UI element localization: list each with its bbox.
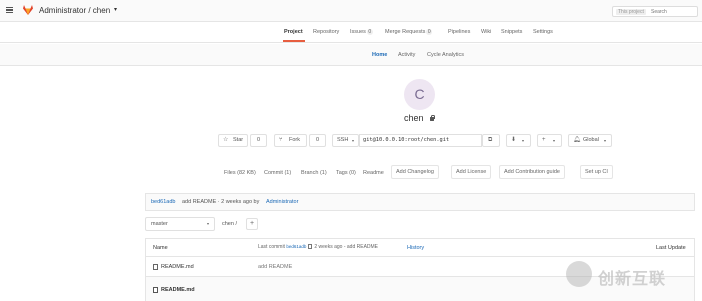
project-avatar: C	[404, 79, 435, 110]
star-count-value: 0	[257, 137, 261, 143]
watermark: 创新互联	[566, 259, 696, 291]
search-scope-badge: This project	[616, 8, 646, 15]
star-label: Star	[233, 137, 244, 143]
fork-button[interactable]: ⑂ Fork	[274, 134, 307, 147]
star-button[interactable]: ☆ Star	[218, 134, 248, 147]
watermark-text: 创新互联	[598, 269, 667, 288]
search-placeholder: Search	[651, 9, 667, 15]
column-name: Name	[153, 245, 168, 251]
last-commit-sha-link[interactable]: bed61adb	[286, 244, 306, 249]
branch-select[interactable]: master ▾	[145, 217, 215, 231]
last-commit-bar: bed61adb add README · 2 weeks ago by Adm…	[145, 193, 695, 211]
fork-icon: ⑂	[279, 137, 283, 143]
branches-link[interactable]: Branch (1)	[301, 170, 327, 176]
clone-url-field[interactable]: git@10.0.0.10:root/chen.git	[359, 134, 482, 147]
setup-ci-button[interactable]: Set up CI	[580, 165, 613, 179]
add-contribution-button[interactable]: Add Contribution guide	[499, 165, 565, 179]
chevron-down-icon[interactable]: ▾	[114, 6, 117, 13]
watermark-logo-icon	[566, 261, 592, 287]
protocol-label: SSH	[337, 137, 349, 143]
tab-snippets[interactable]: Snippets	[501, 29, 522, 35]
tab-wiki[interactable]: Wiki	[481, 29, 491, 35]
copy-url-button[interactable]: ⧉	[482, 134, 500, 147]
commit-message: add README · 2 weeks ago by	[182, 199, 260, 205]
last-commit-text: 2 weeks ago - add README	[314, 244, 379, 250]
table-header: Name Last commit bed61adb 2 weeks ago - a…	[146, 239, 694, 257]
commits-link[interactable]: Commit (1)	[264, 170, 291, 176]
clipboard-icon: ⧉	[488, 137, 493, 143]
add-license-button[interactable]: Add License	[451, 165, 492, 179]
chevron-down-icon: ▾	[206, 221, 209, 226]
copy-icon[interactable]	[308, 244, 313, 250]
readme-title: README.md	[161, 287, 195, 293]
chevron-down-icon: ▾	[352, 138, 355, 143]
top-header: Administrator / chen ▾ This project Sear…	[0, 0, 702, 22]
chevron-down-icon: ▾	[553, 138, 556, 143]
last-commit-label: Last commit	[258, 244, 285, 250]
history-link[interactable]: History	[407, 245, 424, 251]
issues-count-badge: 0	[366, 29, 373, 35]
files-link[interactable]: Files (82 KB)	[224, 170, 256, 176]
header-title[interactable]: Administrator / chen	[39, 6, 110, 15]
add-dropdown[interactable]: + ▾	[537, 134, 562, 147]
project-title: chen	[404, 113, 424, 123]
search-input[interactable]: This project Search	[612, 6, 698, 17]
subtab-home[interactable]: Home	[372, 52, 387, 58]
notification-label: Global	[583, 137, 599, 143]
column-last-update: Last Update	[656, 245, 686, 251]
file-name-link[interactable]: README.md	[161, 264, 194, 270]
commit-sha-link[interactable]: bed61adb	[151, 199, 175, 205]
fork-count[interactable]: 0	[309, 134, 326, 147]
breadcrumb[interactable]: chen /	[222, 221, 237, 227]
active-tab-indicator	[283, 40, 305, 42]
project-nav: Project Repository Issues 0 Merge Request…	[0, 22, 702, 43]
add-changelog-button[interactable]: Add Changelog	[391, 165, 439, 179]
tab-issues[interactable]: Issues 0	[350, 29, 373, 35]
tab-pipelines[interactable]: Pipelines	[448, 29, 470, 35]
readme-link[interactable]: Readme	[363, 170, 384, 176]
tab-repository[interactable]: Repository	[313, 29, 339, 35]
chevron-down-icon: ▾	[522, 138, 525, 143]
notification-dropdown[interactable]: 🔔︎ Global ▾	[568, 134, 612, 147]
bell-icon: 🔔︎	[573, 137, 581, 143]
column-last-commit: Last commit bed61adb 2 weeks ago - add RE…	[258, 244, 378, 250]
tab-merge-requests[interactable]: Merge Requests 0	[385, 29, 433, 35]
star-icon: ☆	[223, 137, 229, 143]
tags-link[interactable]: Tags (0)	[336, 170, 356, 176]
add-file-button[interactable]: +	[246, 218, 258, 230]
subtab-activity[interactable]: Activity	[398, 52, 415, 58]
merge-requests-count-badge: 0	[426, 29, 433, 35]
file-icon	[153, 287, 158, 293]
tab-merge-requests-label: Merge Requests	[385, 29, 426, 35]
lock-icon	[430, 114, 436, 121]
plus-icon: +	[542, 137, 546, 143]
sub-nav: Home Activity Cycle Analytics	[0, 44, 702, 66]
fork-label: Fork	[289, 137, 300, 143]
file-icon	[153, 264, 158, 270]
branch-name: master	[151, 221, 168, 227]
commit-author-link[interactable]: Administrator	[266, 199, 298, 205]
download-icon: ⬇	[511, 137, 517, 143]
tab-issues-label: Issues	[350, 29, 366, 35]
star-count[interactable]: 0	[250, 134, 267, 147]
tab-settings[interactable]: Settings	[533, 29, 553, 35]
file-commit-message[interactable]: add README	[258, 264, 292, 270]
tab-project[interactable]: Project	[284, 29, 303, 35]
download-dropdown[interactable]: ⬇ ▾	[506, 134, 531, 147]
subtab-cycle-analytics[interactable]: Cycle Analytics	[427, 52, 464, 58]
protocol-dropdown[interactable]: SSH ▾	[332, 134, 359, 147]
gitlab-logo-icon[interactable]	[22, 4, 34, 16]
fork-count-value: 0	[316, 137, 320, 143]
chevron-down-icon: ▾	[604, 138, 607, 143]
menu-icon[interactable]	[6, 7, 13, 13]
